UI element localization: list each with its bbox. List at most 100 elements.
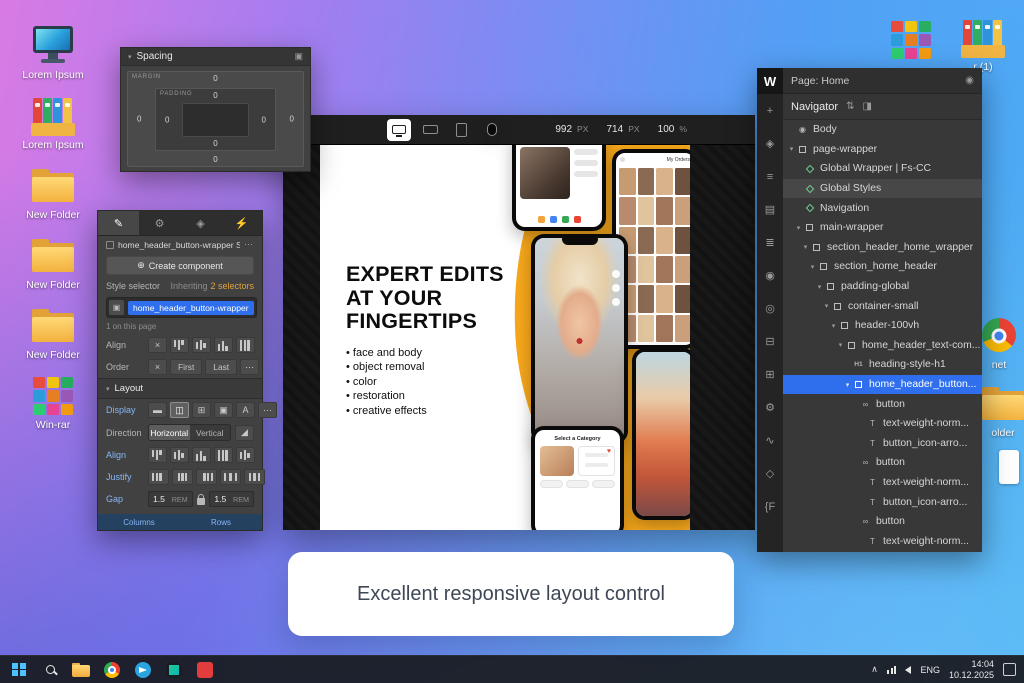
- bolt-tab[interactable]: ⚡: [221, 211, 262, 235]
- align-end-button[interactable]: [192, 447, 211, 463]
- users-icon[interactable]: ◉: [757, 259, 783, 292]
- tree-row[interactable]: ▾ page-wrapper: [783, 140, 982, 160]
- brush-tab[interactable]: ✎: [98, 211, 139, 235]
- tray-chevron-icon[interactable]: ∧: [871, 664, 878, 675]
- folder-desktop-icon[interactable]: New Folder: [16, 306, 90, 361]
- audiences-icon[interactable]: ◎: [757, 292, 783, 325]
- selector-state-icon[interactable]: ▣: [109, 300, 124, 315]
- style-checkbox[interactable]: [106, 240, 114, 249]
- components-icon[interactable]: ◈: [757, 127, 783, 160]
- page-bar[interactable]: Page: Home ◉: [783, 68, 982, 94]
- align-stretch-button[interactable]: [236, 337, 255, 353]
- canvas-zoom-value[interactable]: 100: [658, 124, 675, 135]
- order-x-button[interactable]: ×: [148, 359, 167, 375]
- binders-desktop-icon[interactable]: Lorem Ipsum: [16, 96, 90, 151]
- justify-start-button[interactable]: [148, 469, 169, 485]
- justify-end-button[interactable]: [196, 469, 217, 485]
- tree-row[interactable]: Ttext-weight-norm...: [783, 531, 982, 551]
- tree-row[interactable]: ▾ header-100vh: [783, 316, 982, 336]
- align-stretch-button[interactable]: [214, 447, 233, 463]
- folder-desktop-icon[interactable]: New Folder: [16, 166, 90, 221]
- nodes-tab[interactable]: ◈: [180, 211, 221, 235]
- grid-button[interactable]: ⊞: [192, 402, 211, 418]
- padding-right-value[interactable]: 0: [262, 115, 266, 124]
- search-taskbar-icon[interactable]: [39, 659, 61, 681]
- flex-button[interactable]: ◫: [170, 402, 189, 418]
- winrar-desktop-icon[interactable]: Win-rar: [16, 376, 90, 431]
- tree-row[interactable]: Navigation: [783, 198, 982, 218]
- language-indicator[interactable]: ENG: [920, 665, 940, 675]
- tree-row[interactable]: ∞ button: [783, 512, 982, 532]
- tree-row[interactable]: ▾ home_header_button...: [783, 374, 982, 395]
- panel-dock-icon[interactable]: ◨: [862, 101, 871, 112]
- align-center-button[interactable]: [170, 447, 189, 463]
- telegram-taskbar-icon[interactable]: [132, 659, 154, 681]
- align-start-button[interactable]: [148, 447, 167, 463]
- inheriting-count[interactable]: 2 selectors: [210, 281, 254, 291]
- chrome-taskbar-icon[interactable]: [101, 659, 123, 681]
- custom-code-icon[interactable]: {F: [757, 490, 783, 523]
- collapse-all-icon[interactable]: ⇅: [846, 101, 854, 112]
- tree-row[interactable]: ▾ home_header_text-com...: [783, 336, 982, 356]
- red-app-taskbar-icon[interactable]: [194, 659, 216, 681]
- canvas-width-value[interactable]: 992: [555, 124, 572, 135]
- tree-row[interactable]: H1 heading-style-h1: [783, 355, 982, 375]
- padding-left-value[interactable]: 0: [165, 115, 169, 124]
- notification-icon[interactable]: [1003, 663, 1016, 676]
- tree-row[interactable]: ∞ button: [783, 394, 982, 414]
- x-button[interactable]: ×: [148, 337, 167, 353]
- webflow-logo[interactable]: W: [757, 68, 783, 94]
- gear-tab[interactable]: ⚙: [139, 211, 180, 235]
- tree-row[interactable]: Global Styles: [783, 178, 982, 199]
- panel-pin-icon[interactable]: ▣: [294, 51, 303, 62]
- order-last-button[interactable]: Last: [205, 359, 238, 375]
- tree-row[interactable]: ▾ main-wrapper: [783, 218, 982, 238]
- order-more-button[interactable]: ⋯: [240, 359, 260, 375]
- align-start-button[interactable]: [170, 337, 189, 353]
- tree-chevron-icon[interactable]: ▾: [843, 381, 852, 389]
- preview-icon[interactable]: ◉: [965, 75, 974, 86]
- tree-chevron-icon[interactable]: ▾: [829, 322, 838, 330]
- explorer-taskbar-icon[interactable]: [70, 659, 92, 681]
- pages-icon[interactable]: ▤: [757, 193, 783, 226]
- tree-chevron-icon[interactable]: ▾: [822, 302, 831, 310]
- margin-left-value[interactable]: 0: [137, 115, 141, 124]
- tree-row[interactable]: ▾ padding-global: [783, 277, 982, 297]
- tree-row[interactable]: ∞ button: [783, 453, 982, 473]
- breakpoint-laptop-button[interactable]: [418, 119, 442, 141]
- padding-top-value[interactable]: 0: [213, 91, 217, 100]
- layout-section-header[interactable]: ▾ Layout: [98, 378, 262, 399]
- justify-between-button[interactable]: [220, 469, 241, 485]
- margin-right-value[interactable]: 0: [290, 115, 294, 124]
- tree-row[interactable]: ▾ section_home_header: [783, 257, 982, 277]
- more-icon[interactable]: ⋯: [244, 239, 254, 250]
- align-baseline-button[interactable]: [236, 447, 255, 463]
- volume-icon[interactable]: [905, 665, 912, 674]
- tree-chevron-icon[interactable]: ▾: [787, 145, 796, 153]
- tree-row[interactable]: Ttext-weight-norm...: [783, 414, 982, 434]
- canvas-height-value[interactable]: 714: [607, 124, 624, 135]
- cms-icon[interactable]: ≣: [757, 226, 783, 259]
- breakpoint-desktop-button[interactable]: [387, 118, 411, 141]
- margin-top-value[interactable]: 0: [213, 74, 217, 83]
- ecommerce-icon[interactable]: ⊟: [757, 325, 783, 358]
- clock[interactable]: 14:04 10.12.2025: [949, 659, 994, 681]
- gap-lock-icon[interactable]: [196, 493, 206, 505]
- tree-row[interactable]: Ttext-weight-norm...: [783, 473, 982, 493]
- inline-button[interactable]: A: [236, 402, 255, 418]
- justify-around-button[interactable]: [244, 469, 265, 485]
- create-component-button[interactable]: ⊕ Create component: [106, 256, 254, 275]
- align-end-button[interactable]: [214, 337, 233, 353]
- padding-bottom-value[interactable]: 0: [213, 139, 217, 148]
- inline-block-button[interactable]: ▣: [214, 402, 233, 418]
- tree-chevron-icon[interactable]: ▾: [808, 263, 817, 271]
- apps-icon[interactable]: ◇: [757, 457, 783, 490]
- tree-row[interactable]: Tbutton_icon-arro...: [783, 492, 982, 512]
- class-pill[interactable]: home_header_button-wrapper: [128, 300, 254, 315]
- tree-chevron-icon[interactable]: ▾: [794, 224, 803, 232]
- margin-bottom-value[interactable]: 0: [213, 155, 217, 164]
- add-elements-icon[interactable]: +: [757, 94, 783, 127]
- folder-desktop-icon[interactable]: New Folder: [16, 236, 90, 291]
- binders-desktop-icon[interactable]: r (1): [946, 18, 1020, 73]
- winrar-desktop-icon[interactable]: [874, 20, 948, 63]
